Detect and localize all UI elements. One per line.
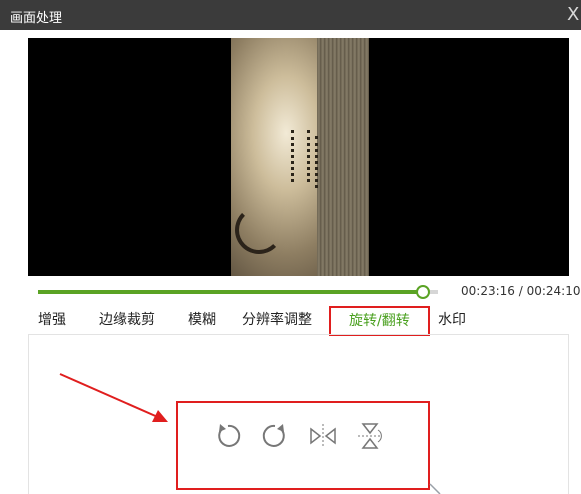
progress-fill [38,290,424,294]
video-preview [28,38,569,276]
tab-watermark[interactable]: 水印 [438,306,466,334]
flip-vertical-icon[interactable] [355,421,385,451]
tab-bar: 增强 边缘裁剪 模糊 分辨率调整 旋转/翻转 水印 [28,306,569,336]
time-display: 00:23:16 / 00:24:10 [461,284,581,298]
tab-edge-crop[interactable]: 边缘裁剪 [99,306,155,334]
rotate-counterclockwise-icon[interactable] [213,421,243,451]
window-title: 画面处理 [10,11,63,26]
tab-enhance[interactable]: 增强 [38,306,66,334]
progress-bar[interactable] [38,285,438,299]
tab-blur[interactable]: 模糊 [188,306,216,334]
title-bar: 画面处理 X [0,0,581,30]
video-frame-image [231,38,369,276]
tab-resolution[interactable]: 分辨率调整 [242,306,312,334]
flip-horizontal-icon[interactable] [308,421,338,451]
progress-handle[interactable] [416,285,431,299]
close-icon[interactable]: X [567,4,581,26]
rotate-clockwise-icon[interactable] [260,421,290,451]
tab-rotate-flip[interactable]: 旋转/翻转 [329,306,430,336]
